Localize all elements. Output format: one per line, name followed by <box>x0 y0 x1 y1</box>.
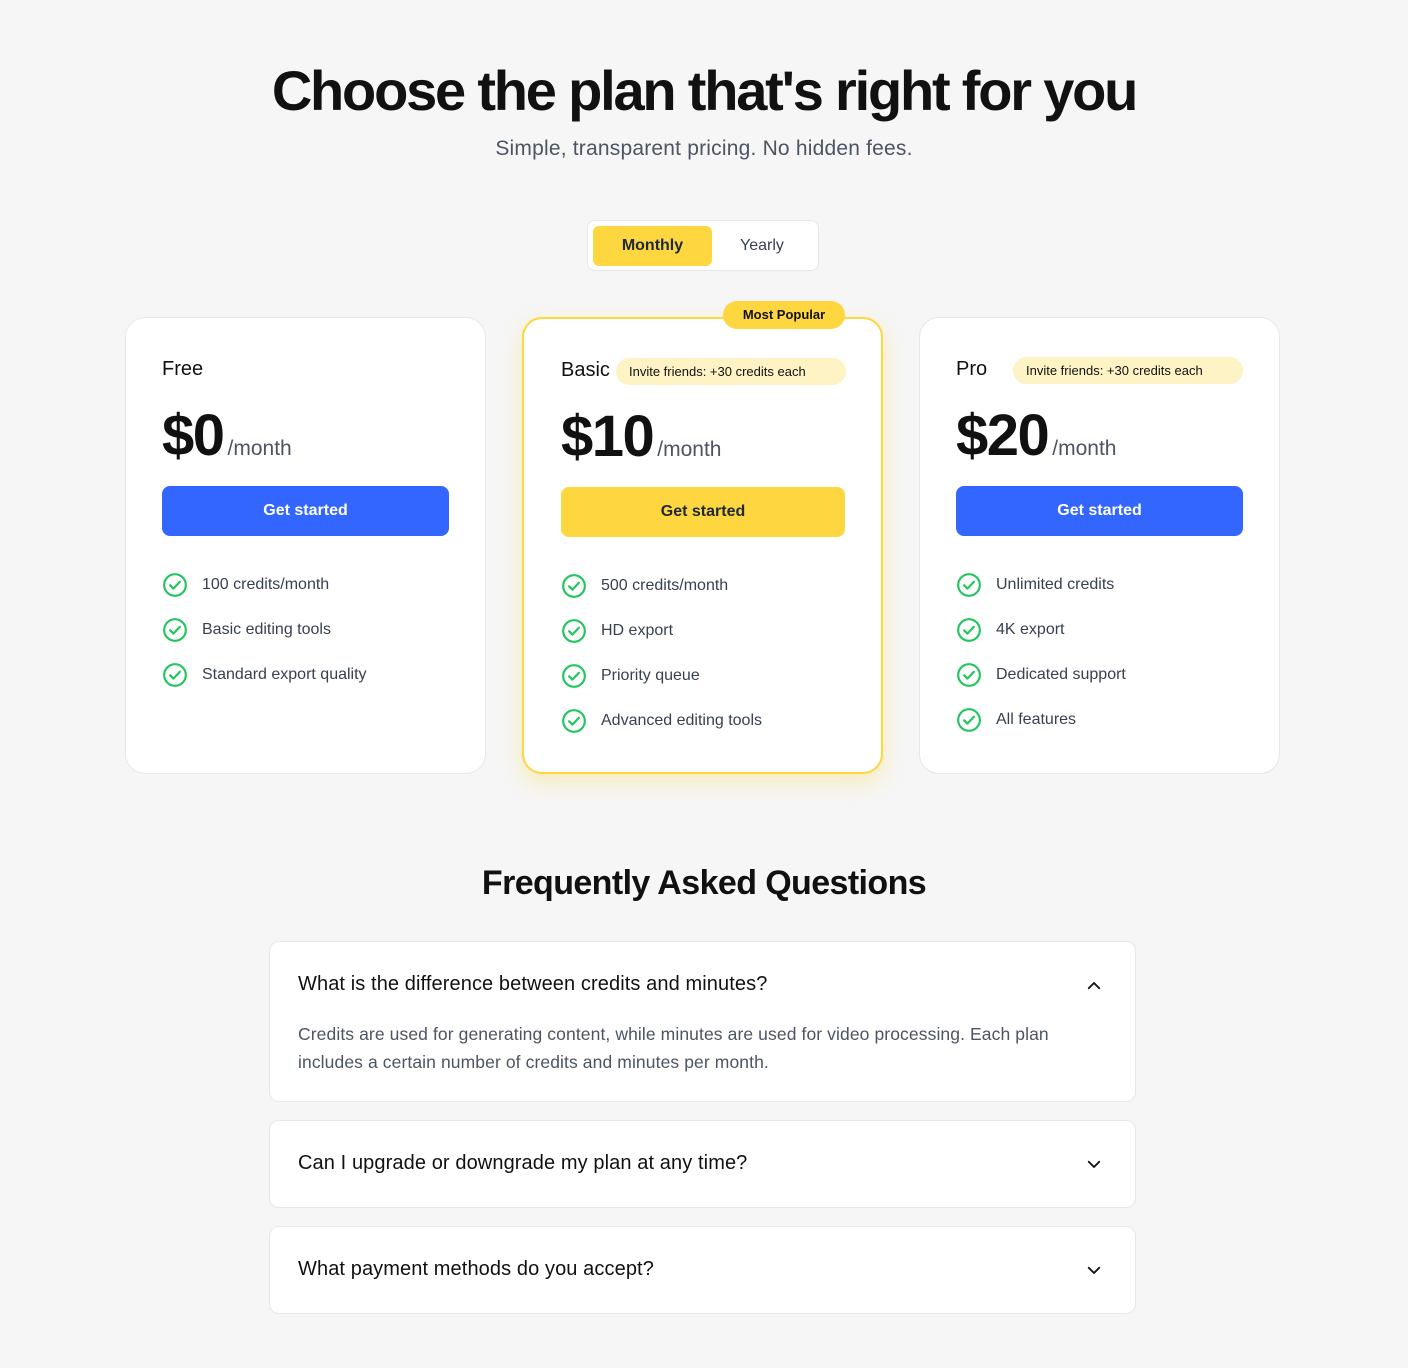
chevron-down-icon[interactable] <box>1085 1261 1103 1279</box>
feature-label: Unlimited credits <box>996 576 1115 593</box>
feature-label: 4K export <box>996 621 1065 638</box>
feature-label: Basic editing tools <box>202 621 331 638</box>
faq-question[interactable]: Can I upgrade or downgrade my plan at an… <box>298 1152 747 1175</box>
feature-label: Dedicated support <box>996 666 1126 683</box>
feature-item: 100 credits/month <box>162 572 367 617</box>
plan-card-pro: Pro Invite friends: +30 credits each $20… <box>919 317 1280 774</box>
faq-answer: Credits are used for generating content,… <box>298 1024 1049 1072</box>
plan-card-basic: Most Popular Basic Invite friends: +30 c… <box>522 301 883 774</box>
feature-label: Advanced editing tools <box>601 712 762 729</box>
check-circle-icon <box>957 708 981 732</box>
toggle-monthly[interactable]: Monthly <box>593 226 712 266</box>
feature-label: 100 credits/month <box>202 576 330 593</box>
feature-label: Priority queue <box>601 667 700 684</box>
page-subtitle: Simple, transparent pricing. No hidden f… <box>495 137 913 160</box>
get-started-button[interactable]: Get started <box>956 486 1243 536</box>
faq-question[interactable]: What is the difference between credits a… <box>298 973 767 996</box>
feature-item: Basic editing tools <box>162 617 367 662</box>
check-circle-icon <box>957 573 981 597</box>
feature-list: 100 credits/month Basic editing tools St… <box>162 572 367 707</box>
plan-price: $20 /month <box>956 402 1117 468</box>
check-circle-icon <box>562 619 586 643</box>
price-amount: $0 <box>162 403 225 468</box>
faq-question[interactable]: What payment methods do you accept? <box>298 1258 654 1281</box>
price-period: /month <box>657 438 722 461</box>
feature-item: All features <box>956 707 1126 752</box>
price-period: /month <box>1052 437 1117 460</box>
invite-badge: Invite friends: +30 credits each <box>616 358 846 385</box>
feature-item: Priority queue <box>561 663 762 708</box>
feature-item: Dedicated support <box>956 662 1126 707</box>
price-period: /month <box>227 437 292 460</box>
feature-item: Advanced editing tools <box>561 708 762 753</box>
feature-item: HD export <box>561 618 762 663</box>
feature-label: HD export <box>601 622 674 639</box>
faq-item[interactable]: Can I upgrade or downgrade my plan at an… <box>269 1120 1136 1208</box>
feature-label: All features <box>996 711 1077 728</box>
check-circle-icon <box>562 709 586 733</box>
get-started-button[interactable]: Get started <box>561 487 845 537</box>
faq-title: Frequently Asked Questions <box>481 864 927 902</box>
check-circle-icon <box>163 573 187 597</box>
chevron-down-icon[interactable] <box>1085 1155 1103 1173</box>
plan-card-free: Free $0 /month Get started 100 credits/m… <box>125 317 486 774</box>
toggle-yearly[interactable]: Yearly <box>712 226 812 266</box>
check-circle-icon <box>163 663 187 687</box>
price-amount: $10 <box>561 404 655 469</box>
faq-item[interactable]: What payment methods do you accept? <box>269 1226 1136 1314</box>
chevron-up-icon[interactable] <box>1085 977 1103 995</box>
feature-item: 500 credits/month <box>561 573 762 618</box>
feature-item: Unlimited credits <box>956 572 1126 617</box>
most-popular-badge: Most Popular <box>723 301 845 329</box>
feature-item: 4K export <box>956 617 1126 662</box>
price-amount: $20 <box>956 403 1050 468</box>
plan-name: Pro <box>956 358 988 380</box>
plan-name: Basic <box>561 359 610 381</box>
check-circle-icon <box>163 618 187 642</box>
check-circle-icon <box>562 664 586 688</box>
page-title: Choose the plan that's right for you <box>271 59 1139 122</box>
check-circle-icon <box>562 574 586 598</box>
plan-price: $10 /month <box>561 403 722 469</box>
feature-list: Unlimited credits 4K export Dedicated su… <box>956 572 1126 752</box>
billing-toggle: Monthly Yearly <box>587 220 819 271</box>
plan-name: Free <box>162 358 204 380</box>
feature-list: 500 credits/month HD export Priority que… <box>561 573 762 753</box>
faq-item[interactable]: What is the difference between credits a… <box>269 941 1136 1102</box>
invite-badge: Invite friends: +30 credits each <box>1013 357 1243 384</box>
feature-label: 500 credits/month <box>601 577 729 594</box>
check-circle-icon <box>957 663 981 687</box>
feature-label: Standard export quality <box>202 666 367 683</box>
get-started-button[interactable]: Get started <box>162 486 449 536</box>
check-circle-icon <box>957 618 981 642</box>
plan-price: $0 /month <box>162 402 292 468</box>
feature-item: Standard export quality <box>162 662 367 707</box>
